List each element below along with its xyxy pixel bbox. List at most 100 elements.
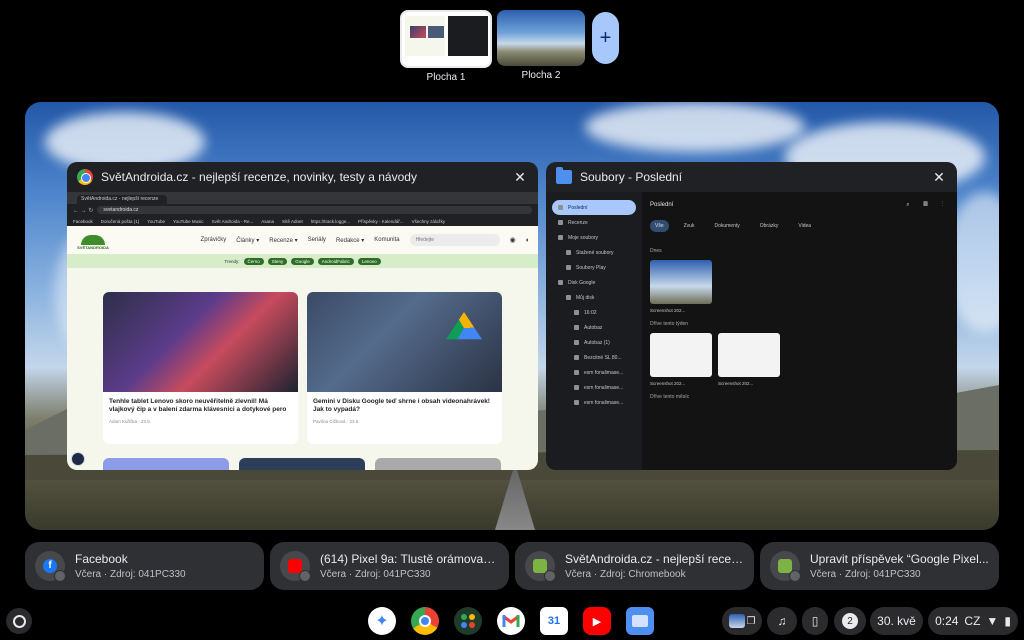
dark-mode-icon: ◐: [525, 236, 530, 244]
notification-subtitle: Včera · Zdroj: Chromebook: [565, 569, 686, 580]
site-navigation: SVĚTANDROIDA Zprávičky Články ▾ Recenze …: [67, 226, 538, 254]
holding-space-button[interactable]: ❐: [722, 607, 762, 635]
article-image: [103, 292, 298, 392]
trend-chip: AndroidFabric: [317, 257, 354, 265]
files-window-header[interactable]: Soubory - Poslední ✕: [546, 162, 957, 192]
filter-chip: Zvuk: [683, 223, 695, 229]
desk-1-label: Plocha 1: [426, 72, 466, 83]
add-desk-button[interactable]: +: [592, 12, 619, 64]
desk-2[interactable]: Plocha 2: [497, 10, 585, 81]
bookmark: Asana: [261, 218, 274, 224]
desk-1[interactable]: Plocha 1: [400, 10, 492, 83]
desk-2-thumbnail[interactable]: [497, 10, 585, 66]
sidebar-item: esm fonalimase...: [552, 395, 636, 410]
account-icon: ◉: [509, 237, 516, 244]
trend-chip: Černo: [243, 257, 264, 265]
sidebar-item: Soubory Play: [552, 260, 636, 275]
media-controls-button[interactable]: ♫: [767, 607, 797, 635]
notification-chip[interactable]: SvětAndroida.cz - nejlepší recen... Včera…: [515, 542, 754, 590]
status-area-button[interactable]: 0:24 CZ ▼ ▮: [928, 607, 1018, 635]
bookmark: Sítě Adnet: [281, 218, 303, 224]
files-icon[interactable]: [626, 607, 654, 635]
nav-item: Komunita: [374, 237, 400, 243]
screenshot-thumbnail-icon: [728, 614, 745, 628]
sidebar-item-recent: Poslední: [552, 200, 636, 215]
files-sidebar: Poslední Recenze Moje soubory Stažené so…: [546, 192, 642, 470]
desk-1-thumbnail[interactable]: [400, 10, 492, 68]
sidebar-item: Bezcitné SL 80...: [552, 350, 636, 365]
sidebar-item: 16:02: [552, 305, 636, 320]
browser-preview: SvětAndroida.cz - nejlepší recenze ← → ↻…: [67, 192, 538, 470]
trend-chip: Steny: [267, 257, 288, 265]
file-tile: Screenshot 202...: [650, 333, 712, 386]
phone-hub-icon: [54, 570, 66, 582]
playlist-icon: ♫: [777, 614, 787, 628]
notification-chip[interactable]: Upravit příspěvek “Google Pixel... Včera …: [760, 542, 999, 590]
notification-subtitle: Včera · Zdroj: 041PC330: [810, 569, 921, 580]
notification-chip[interactable]: f Facebook Včera · Zdroj: 041PC330: [25, 542, 264, 590]
notification-title: Upravit příspěvek “Google Pixel...: [810, 552, 989, 566]
chrome-icon: [77, 169, 93, 185]
chromeos-overview-screen: Plocha 1 Plocha 2 + SvětAndroida.cz - ne…: [0, 0, 1024, 640]
calendar-icon[interactable]: 31: [540, 607, 568, 635]
files-main-pane: Poslední ⌕ ▦ ⁝ Vše Zvuk Dokumenty Obrázk…: [642, 192, 957, 470]
files-toolbar-icons: ⌕ ▦ ⁝: [906, 202, 949, 208]
files-preview: Poslední Recenze Moje soubory Stažené so…: [546, 192, 957, 470]
section-label: Dříve tento měsíc: [650, 394, 690, 400]
notification-title: SvětAndroida.cz - nejlepší recen...: [565, 552, 744, 566]
desk-2-label: Plocha 2: [521, 70, 561, 81]
gemini-icon[interactable]: ✦: [368, 607, 396, 635]
gmail-icon[interactable]: [497, 607, 525, 635]
phone-hub-icon: [789, 570, 801, 582]
section-label: Dnes: [650, 248, 662, 254]
files-icon: [556, 167, 572, 184]
svetandroida-logo: SVĚTANDROIDA: [75, 230, 111, 250]
bookmark: Doručená pošta (1): [100, 218, 140, 224]
article-title: Gemini v Disku Google teď shrne i obsah …: [313, 398, 490, 414]
nav-arrows-icon: ← → ↻: [73, 207, 94, 214]
browser-tab: SvětAndroida.cz - nejlepší recenze: [77, 195, 167, 204]
copy-icon: ❐: [746, 615, 756, 627]
sidebar-item: Autobaz (1): [552, 335, 636, 350]
svetandroida-icon: [525, 551, 556, 582]
facebook-icon: f: [35, 551, 66, 582]
article-card: Tenhle tablet Lenovo skoro neuvěřitelně …: [103, 292, 298, 444]
section-label: Dříve tento týden: [650, 321, 689, 327]
filter-chip: Videa: [798, 223, 812, 229]
nav-item: Redakce ▾: [335, 237, 365, 244]
browser-window-header[interactable]: SvětAndroida.cz - nejlepší recenze, novi…: [67, 162, 538, 192]
close-browser-window-button[interactable]: ✕: [512, 169, 528, 186]
launcher-icon: [12, 614, 26, 628]
bookmark: Facebook: [73, 218, 93, 224]
toolbar: ← → ↻ svetandroida.cz: [67, 204, 538, 216]
date-tray-button[interactable]: 30. kvě: [870, 607, 923, 635]
sidebar-item: esm fonalimase...: [552, 380, 636, 395]
files-window[interactable]: Soubory - Poslední ✕ Poslední Recenze Mo…: [546, 162, 957, 470]
battery-icon: ▮: [1004, 614, 1011, 628]
youtube-icon: [280, 551, 311, 582]
notification-chip[interactable]: (614) Pixel 9a: Tlustě orámovaná... Včera…: [270, 542, 509, 590]
chrome-icon[interactable]: [411, 607, 439, 635]
bookmark: Příspěvky - Kalendář...: [358, 218, 404, 224]
bookmark: YouTube: [147, 218, 165, 224]
notification-title: Facebook: [75, 552, 128, 566]
browser-window-title: SvětAndroida.cz - nejlepší recenze, novi…: [101, 170, 417, 184]
wifi-icon: ▼: [986, 614, 999, 628]
close-files-window-button[interactable]: ✕: [931, 169, 947, 186]
file-grid: Screenshot 202... Screenshot 202...: [650, 333, 949, 386]
sidebar-item: esm fonalimase...: [552, 365, 636, 380]
launcher-button[interactable]: [6, 608, 32, 634]
app-launcher-grid-icon[interactable]: [454, 607, 482, 635]
nav-item: Články ▾: [236, 237, 260, 244]
trend-chip: Google: [291, 257, 314, 265]
sidebar-item: Moje soubory: [552, 230, 636, 245]
phone-hub-button[interactable]: ▯: [802, 607, 828, 635]
notification-counter-button[interactable]: 2: [834, 607, 866, 635]
browser-window[interactable]: SvětAndroida.cz - nejlepší recenze, novi…: [67, 162, 538, 470]
youtube-icon[interactable]: ▶: [583, 607, 611, 635]
filter-chip: Vše: [650, 220, 669, 232]
sidebar-item: Recenze: [552, 215, 636, 230]
notification-count-badge: 2: [842, 613, 858, 629]
google-drive-icon: [446, 312, 482, 340]
tab-strip: SvětAndroida.cz - nejlepší recenze: [67, 192, 538, 204]
